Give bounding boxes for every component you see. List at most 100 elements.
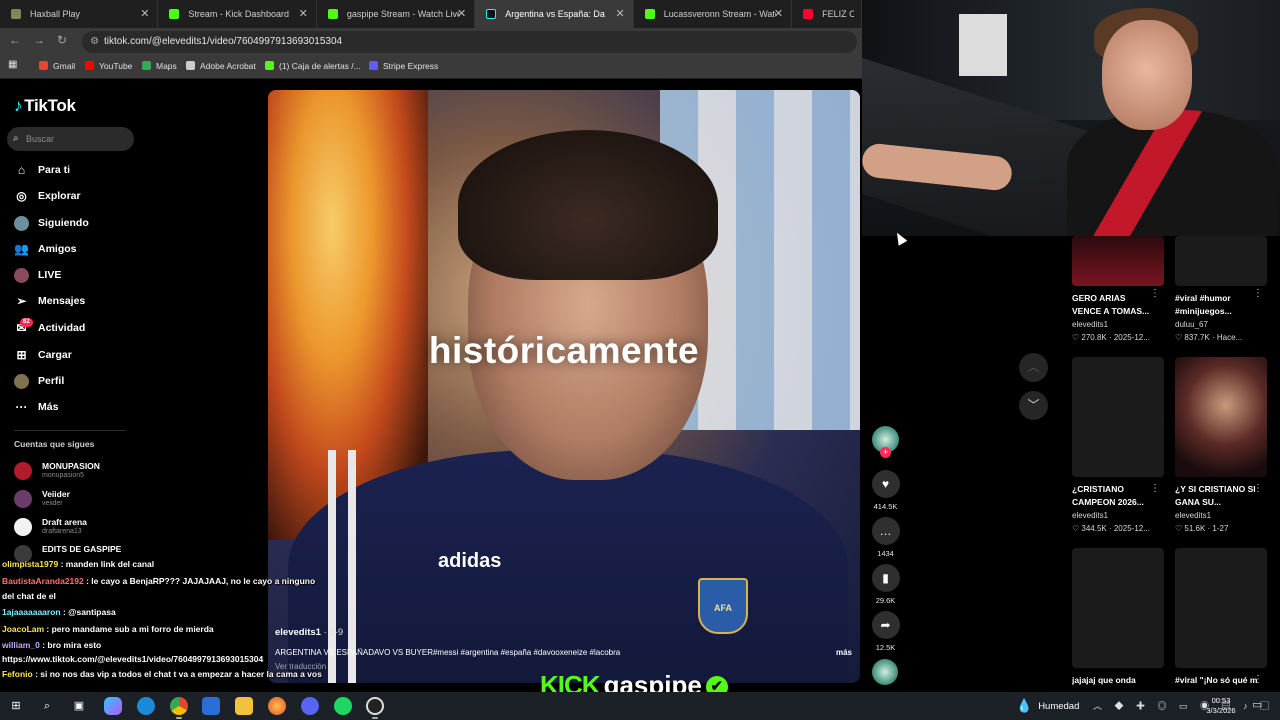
spotify-icon[interactable] — [334, 697, 352, 715]
reload-icon[interactable]: ↻ — [57, 33, 67, 47]
clock[interactable]: 00:53 3/3/2026 — [1200, 696, 1242, 716]
shirt-brand-text: adidas — [438, 550, 502, 572]
comment-icon[interactable]: … — [871, 517, 900, 545]
screen: Haxball Play ✕ Stream - Kick Dashboard ✕… — [0, 0, 1280, 720]
account-name: MONUPASION — [42, 461, 100, 471]
close-icon[interactable]: ✕ — [615, 0, 624, 28]
options-icon[interactable]: ⋮ — [1253, 288, 1263, 299]
like-action[interactable]: ♥ 414.5K — [870, 470, 901, 511]
apps-grid-icon[interactable]: ▦ — [8, 59, 17, 70]
follow-plus-icon[interactable]: + — [880, 447, 891, 458]
weather-widget[interactable]: 💧 Humedad — [1016, 692, 1079, 720]
creator-avatar[interactable]: + — [872, 426, 899, 458]
recommended-video[interactable]: jajajaj que onda — [1072, 548, 1164, 686]
bookmark-icon[interactable]: ▮ — [871, 564, 900, 592]
save-action[interactable]: ▮ 29.6K — [870, 564, 901, 605]
video-user: elevedits1 — [1175, 511, 1212, 520]
back-icon[interactable]: ← — [9, 33, 21, 47]
tab-kick-dashboard[interactable]: Stream - Kick Dashboard ✕ — [158, 0, 317, 28]
nav-label: Explorar — [38, 190, 81, 202]
nav-amigos[interactable]: 👥 Amigos — [14, 239, 77, 259]
recommended-video[interactable]: ⋮ ¿CRISTIANO CAMPEON 2026... elevedits1 … — [1072, 357, 1164, 533]
nav-para-ti[interactable]: ⌂ Para ti — [14, 160, 70, 180]
logo-text: TikTok — [24, 96, 76, 115]
windows-start-icon[interactable]: ⊞ — [7, 697, 25, 715]
nav-explorar[interactable]: ◎ Explorar — [14, 186, 81, 206]
recommended-video[interactable]: ⋮ #viral "¡No só qué más hacer!"... — [1175, 548, 1267, 686]
discord-icon[interactable] — [301, 697, 319, 715]
tab-gaspipe-stream[interactable]: gaspipe Stream - Watch Live o ✕ — [317, 0, 476, 28]
tab-label: Haxball Play — [30, 9, 81, 19]
kick-icon — [265, 61, 274, 70]
options-icon[interactable]: ⋮ — [1150, 483, 1160, 494]
video-thumbnail — [1175, 548, 1267, 668]
compass-icon: ◎ — [16, 189, 27, 203]
tab-label: gaspipe Stream - Watch Live o — [346, 9, 459, 19]
more-link[interactable]: más — [836, 648, 852, 657]
next-video-button[interactable]: ﹀ — [1019, 391, 1048, 420]
heart-icon[interactable]: ♥ — [871, 470, 900, 498]
notification-icon[interactable]: ▭ — [1252, 698, 1262, 711]
close-icon[interactable]: ✕ — [140, 0, 149, 28]
comment-count: 1434 — [877, 549, 894, 558]
music-disc-icon[interactable] — [872, 659, 898, 685]
video-user: duluu_67 — [1175, 320, 1208, 329]
chat-user: Fefonio — [2, 669, 33, 679]
obs-icon[interactable] — [366, 697, 384, 715]
video-author[interactable]: elevedits1 · 2-9 — [275, 627, 343, 638]
comment-action[interactable]: … 1434 — [870, 517, 901, 558]
nav-actividad[interactable]: ✉ 82 Actividad — [14, 318, 85, 338]
close-icon[interactable]: ✕ — [774, 0, 783, 28]
tiktok-logo[interactable]: ♪ TikTok — [14, 96, 76, 116]
store-icon[interactable] — [202, 697, 220, 715]
chrome-icon[interactable] — [170, 697, 188, 715]
options-icon[interactable]: ⋮ — [1150, 288, 1160, 299]
search-input[interactable]: ⌕ Buscar — [7, 127, 134, 151]
firefox-icon[interactable] — [268, 697, 286, 715]
chat-message: 1ajaaaaaaaron : @santipasa — [2, 607, 116, 617]
task-view-icon[interactable]: ▣ — [70, 697, 88, 715]
nav-mensajes[interactable]: ➢ Mensajes — [14, 291, 85, 311]
recommended-video[interactable]: ⋮ #viral #humor #minijuegos... duluu_67 … — [1175, 236, 1267, 342]
forward-icon[interactable]: → — [33, 33, 45, 47]
bookmark-adobe-acrobat[interactable]: Adobe Acrobat — [186, 61, 256, 71]
share-action[interactable]: ➦ 12.5K — [870, 611, 901, 652]
previous-video-button[interactable]: ︿ — [1019, 353, 1048, 382]
close-icon[interactable]: ✕ — [299, 0, 308, 28]
address-bar[interactable]: ⚙ tiktok.com/@elevedits1/video/760499791… — [82, 31, 857, 53]
bookmark-caja-alertas[interactable]: (1) Caja de alertas /... — [265, 61, 361, 71]
tab-feliz[interactable]: FELIZ C — [792, 0, 862, 28]
divider — [14, 430, 126, 431]
bookmark-youtube[interactable]: YouTube — [85, 61, 132, 71]
copilot-icon[interactable] — [104, 697, 122, 715]
site-info-icon[interactable]: ⚙ — [90, 31, 99, 53]
chat-message: del chat de el — [2, 591, 56, 601]
tab-tiktok-video[interactable]: Argentina vs España: Davo ✕ — [475, 0, 634, 28]
system-tray[interactable]: ︿ ◆ ✚ ◎ ▭ ◉ ▤ ♪ ▢ — [1093, 699, 1274, 712]
file-explorer-icon[interactable] — [235, 697, 253, 715]
tab-haxball[interactable]: Haxball Play ✕ — [0, 0, 159, 28]
bookmark-maps[interactable]: Maps — [142, 61, 177, 71]
tab-label: Argentina vs España: Davo — [505, 9, 606, 19]
search-icon[interactable]: ⌕ — [38, 697, 56, 715]
bookmark-gmail[interactable]: Gmail — [39, 61, 75, 71]
tab-lucassveronn-stream[interactable]: Lucassveronn Stream - Watch L ✕ — [634, 0, 793, 28]
recommended-video[interactable]: ⋮ ¿Y SI CRISTIANO SI GANA SU... elevedit… — [1175, 357, 1267, 533]
bookmark-stripe-express[interactable]: Stripe Express — [369, 61, 438, 71]
nav-siguiendo[interactable]: Siguiendo — [14, 213, 89, 233]
bookmark-label: YouTube — [99, 61, 133, 71]
clock-time: 00:53 — [1211, 696, 1231, 705]
options-icon[interactable]: ⋮ — [1253, 674, 1263, 685]
video-thumbnail — [1175, 236, 1267, 286]
nav-mas[interactable]: ··· Más — [14, 397, 59, 417]
edge-icon[interactable] — [137, 697, 155, 715]
options-icon[interactable]: ⋮ — [1253, 483, 1263, 494]
share-icon[interactable]: ➦ — [871, 611, 900, 639]
nav-perfil[interactable]: Perfil — [14, 371, 64, 391]
video-player[interactable]: históricamente adidas AFA elevedits1 · 2… — [268, 90, 860, 683]
nav-live[interactable]: LIVE — [14, 265, 61, 285]
recommended-video[interactable]: ⋮ GERO ARIAS VENCE A TOMAS... elevedits1… — [1072, 236, 1164, 342]
nav-label: Para ti — [38, 164, 71, 176]
nav-cargar[interactable]: ⊞ Cargar — [14, 345, 71, 365]
close-icon[interactable]: ✕ — [457, 0, 466, 28]
